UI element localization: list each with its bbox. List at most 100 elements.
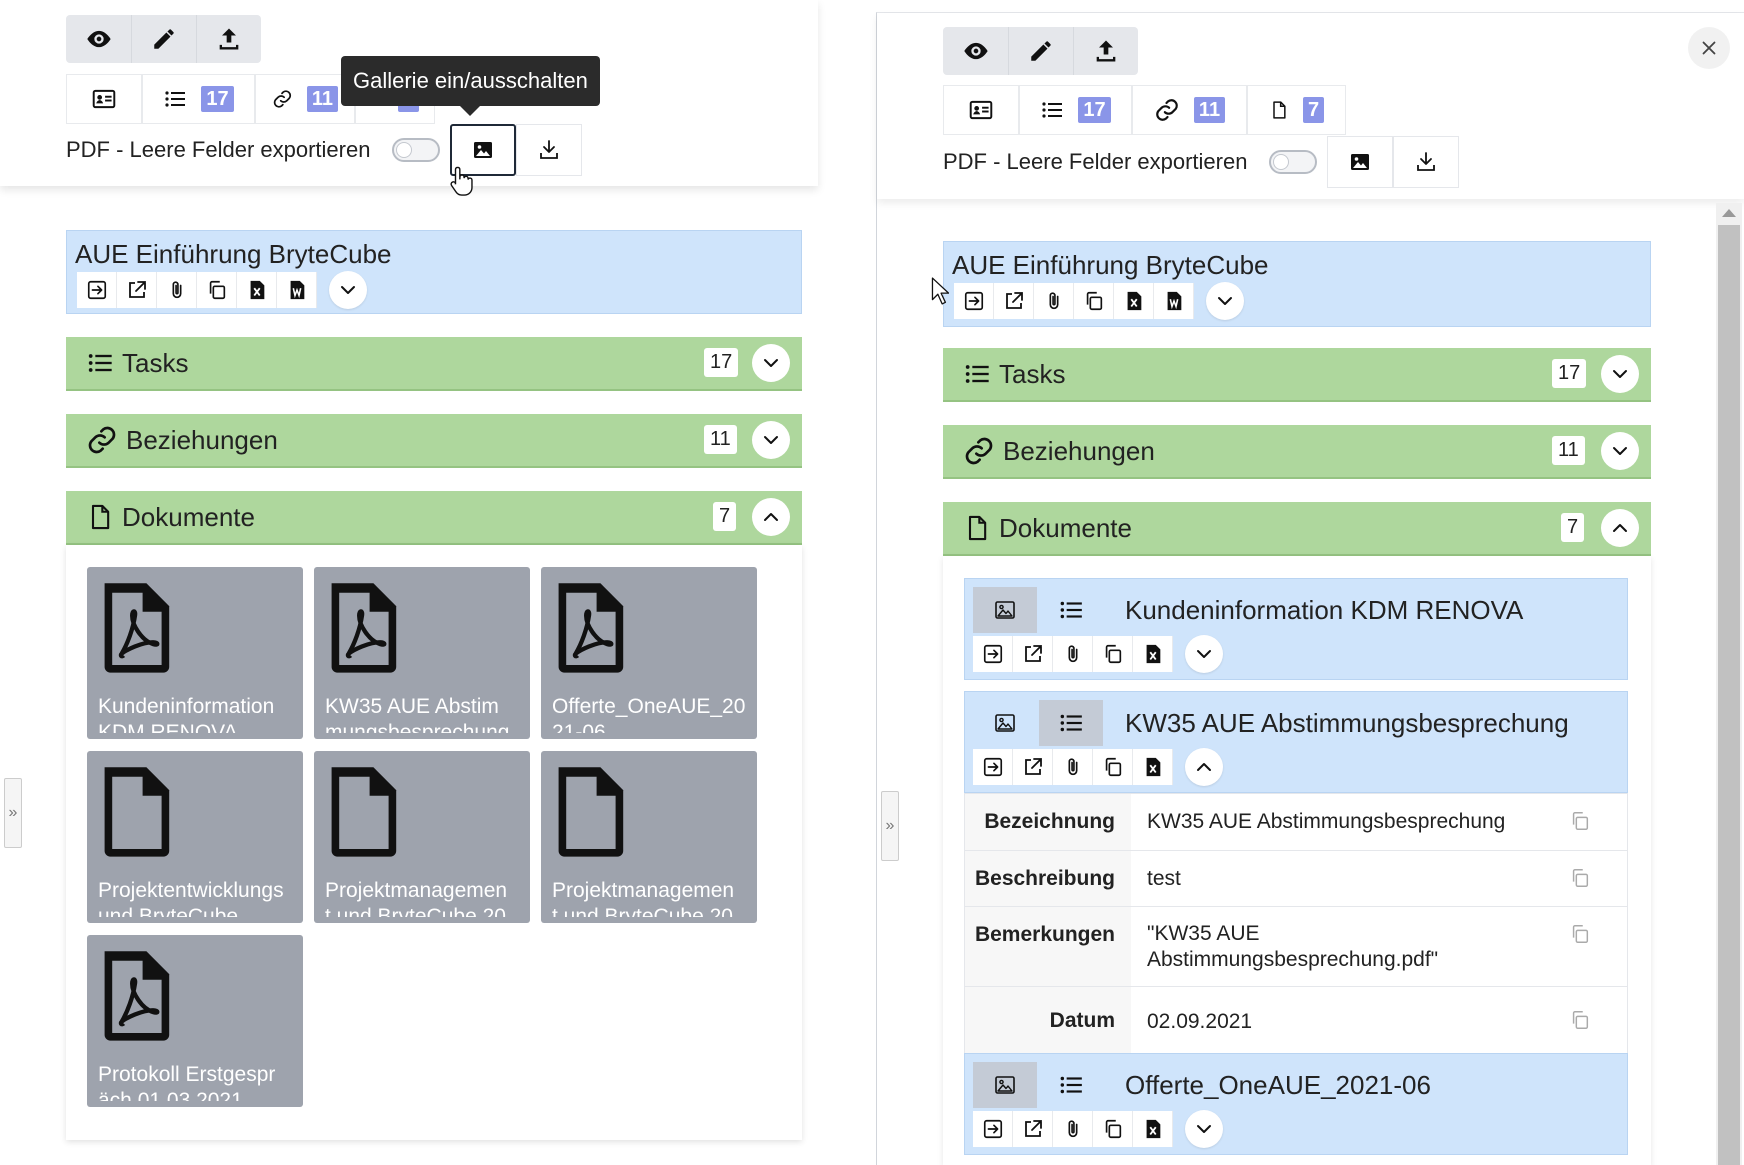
detail-key: Bemerkungen	[965, 907, 1131, 986]
section-toggle[interactable]	[752, 498, 790, 536]
download-button[interactable]	[1393, 136, 1460, 188]
word-export-button[interactable]	[1154, 283, 1194, 319]
attach-button[interactable]	[1053, 1111, 1093, 1147]
chevron-down-icon	[1608, 439, 1632, 463]
section-count: 17	[1552, 359, 1587, 388]
tab-details[interactable]	[943, 85, 1019, 135]
excel-export-button[interactable]	[1133, 749, 1173, 785]
section-documents[interactable]: Dokumente 7	[66, 491, 802, 545]
excel-export-button[interactable]	[1133, 1111, 1173, 1147]
tile-name: Protokoll Erstgespr	[98, 1063, 276, 1086]
section-relations[interactable]: Beziehungen 11	[66, 414, 802, 468]
word-export-button[interactable]	[277, 272, 317, 308]
hand-cursor-icon	[449, 164, 475, 198]
attach-button[interactable]	[1053, 749, 1093, 785]
open-external-button[interactable]	[117, 272, 157, 308]
gallery-tile[interactable]: KW35 AUE Abstim mungsbesprechung	[314, 567, 530, 739]
close-button[interactable]	[1688, 27, 1730, 69]
scroll-thumb[interactable]	[1718, 225, 1740, 1165]
gallery-tile[interactable]: Projektentwicklungs und BryteCube	[87, 751, 303, 923]
tab-links[interactable]: 11	[255, 74, 355, 124]
collapse-handle[interactable]: »	[4, 778, 22, 848]
attach-button[interactable]	[1053, 636, 1093, 672]
copy-button[interactable]	[1093, 749, 1133, 785]
view-button[interactable]	[66, 15, 131, 63]
collapse-handle[interactable]: »	[881, 791, 899, 861]
section-documents[interactable]: Dokumente 7	[943, 502, 1651, 556]
list-icon	[1058, 597, 1084, 623]
copy-icon[interactable]	[1569, 867, 1591, 889]
section-toggle[interactable]	[752, 421, 790, 459]
gallery-toggle-button[interactable]	[1327, 136, 1394, 188]
list-view-toggle[interactable]	[1039, 700, 1103, 746]
open-external-button[interactable]	[1013, 749, 1053, 785]
scroll-up-arrow-icon[interactable]	[1722, 209, 1736, 217]
excel-export-button[interactable]	[1133, 636, 1173, 672]
expand-button[interactable]	[1185, 635, 1223, 673]
edit-button[interactable]	[1008, 27, 1073, 75]
download-button[interactable]	[516, 124, 583, 176]
tab-tasks[interactable]: 17	[1019, 85, 1132, 135]
expand-button[interactable]	[1206, 282, 1244, 320]
gallery-tile[interactable]: Protokoll Erstgespr äch 01.03.2021	[87, 935, 303, 1107]
upload-button[interactable]	[1073, 27, 1138, 75]
view-button[interactable]	[943, 27, 1008, 75]
section-toggle[interactable]	[1601, 355, 1639, 393]
excel-export-button[interactable]	[237, 272, 277, 308]
copy-icon[interactable]	[1569, 810, 1591, 832]
copy-button[interactable]	[197, 272, 237, 308]
section-tasks[interactable]: Tasks 17	[943, 348, 1651, 402]
section-relations[interactable]: Beziehungen 11	[943, 425, 1651, 479]
gallery-tile[interactable]: Offerte_OneAUE_20 21-06	[541, 567, 757, 739]
gallery-view-toggle[interactable]	[973, 587, 1037, 633]
pdf-export-row: PDF - Leere Felder exportieren	[943, 136, 1460, 188]
pdf-file-icon	[324, 577, 400, 677]
gallery-tile[interactable]: Projektmanagemen t und BryteCube 20	[541, 751, 757, 923]
excel-icon	[1142, 756, 1164, 778]
gallery-view-toggle[interactable]	[973, 700, 1037, 746]
gallery-tile[interactable]: Kundeninformation KDM RENOVA	[87, 567, 303, 739]
scrollbar[interactable]	[1716, 203, 1742, 1165]
attach-button[interactable]	[157, 272, 197, 308]
section-toggle[interactable]	[752, 344, 790, 382]
gallery-tile[interactable]: Projektmanagemen t und BryteCube 20	[314, 751, 530, 923]
copy-button[interactable]	[1093, 636, 1133, 672]
tile-name-cont: t und BryteCube 20	[552, 905, 733, 917]
tab-tasks[interactable]: 17	[142, 74, 255, 124]
list-view-toggle[interactable]	[1039, 1062, 1103, 1108]
open-button[interactable]	[973, 749, 1013, 785]
download-icon	[537, 138, 561, 162]
copy-button[interactable]	[1093, 1111, 1133, 1147]
expand-button[interactable]	[329, 271, 367, 309]
open-external-button[interactable]	[1013, 636, 1053, 672]
copy-icon[interactable]	[1569, 923, 1591, 945]
expand-button[interactable]	[1185, 1110, 1223, 1148]
list-view-toggle[interactable]	[1039, 587, 1103, 633]
excel-export-button[interactable]	[1114, 283, 1154, 319]
pdf-empty-fields-toggle[interactable]	[1269, 150, 1318, 174]
open-external-button[interactable]	[1013, 1111, 1053, 1147]
tile-name-cont: 21-06	[552, 721, 606, 733]
open-button[interactable]	[77, 272, 117, 308]
open-external-button[interactable]	[994, 283, 1034, 319]
upload-button[interactable]	[196, 15, 261, 63]
section-tasks[interactable]: Tasks 17	[66, 337, 802, 391]
edit-button[interactable]	[131, 15, 196, 63]
collapse-button[interactable]	[1185, 748, 1223, 786]
document-card: Kundeninformation KDM RENOVA	[964, 578, 1628, 680]
open-button[interactable]	[973, 636, 1013, 672]
tab-docs[interactable]: 7	[1247, 85, 1346, 135]
section-toggle[interactable]	[1601, 509, 1639, 547]
copy-button[interactable]	[1074, 283, 1114, 319]
copy-icon[interactable]	[1569, 1009, 1591, 1031]
open-button[interactable]	[954, 283, 994, 319]
attach-button[interactable]	[1034, 283, 1074, 319]
section-toggle[interactable]	[1601, 432, 1639, 470]
tab-links[interactable]: 11	[1132, 85, 1247, 135]
pdf-empty-fields-toggle[interactable]	[392, 138, 441, 162]
enter-icon	[982, 643, 1004, 665]
tab-details[interactable]	[66, 74, 142, 124]
gallery-view-toggle[interactable]	[973, 1062, 1037, 1108]
detail-row: Bemerkungen "KW35 AUE Abstimmungsbesprec…	[965, 906, 1627, 986]
open-button[interactable]	[973, 1111, 1013, 1147]
